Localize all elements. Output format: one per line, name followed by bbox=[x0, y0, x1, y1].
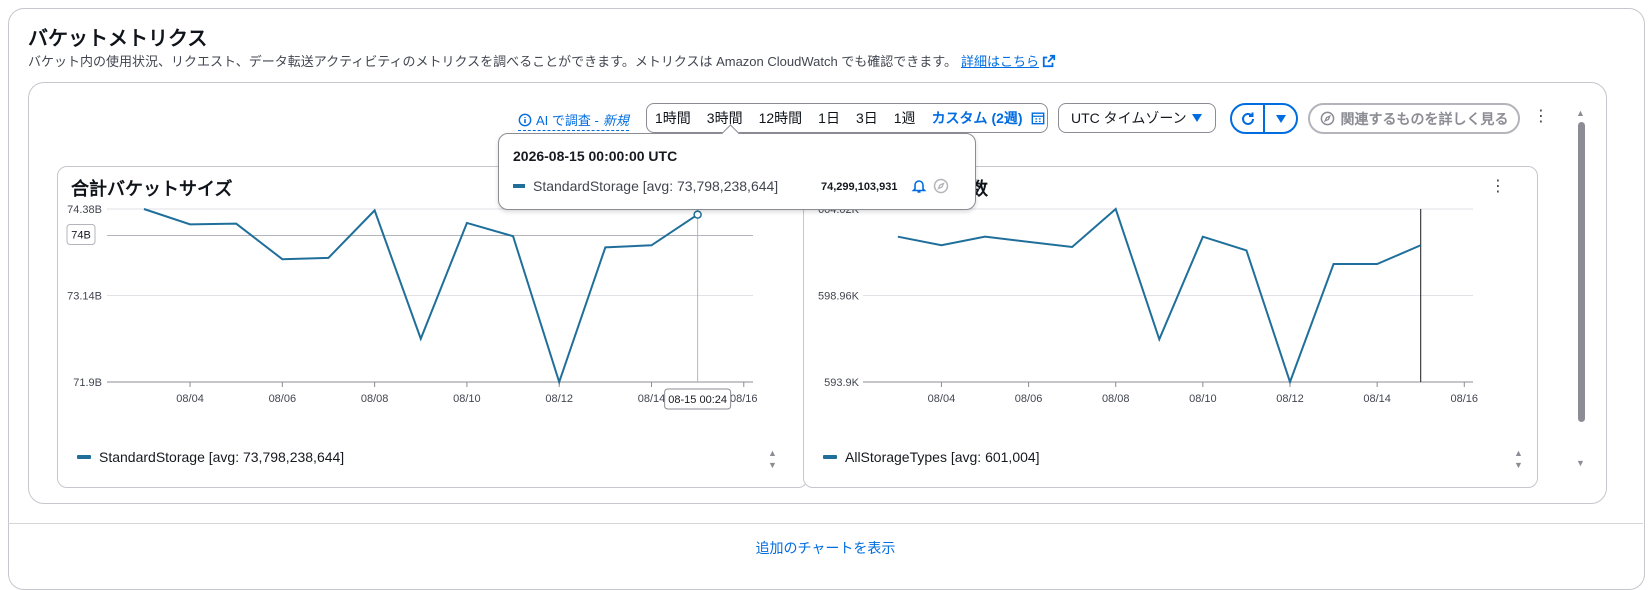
range-12h[interactable]: 12時間 bbox=[751, 108, 811, 128]
x-tick-label: 08/04 bbox=[176, 393, 204, 405]
y-tick-label: 71.9B bbox=[73, 377, 102, 389]
y-tick-label: 74.38B bbox=[67, 204, 102, 216]
refresh-button[interactable] bbox=[1232, 105, 1263, 132]
x-tick-label: 08/12 bbox=[545, 393, 573, 405]
info-icon bbox=[518, 113, 532, 127]
range-1d[interactable]: 1日 bbox=[810, 108, 848, 128]
caret-down-icon bbox=[1191, 113, 1203, 123]
page-description: バケット内の使用状況、リクエスト、データ転送アクティビティのメトリクスを調べるこ… bbox=[28, 51, 1056, 70]
explore-related-button[interactable]: 関連するものを詳しく見る bbox=[1308, 103, 1520, 134]
x-tick-label: 08/08 bbox=[361, 393, 389, 405]
y-tick-label: 598.96K bbox=[818, 291, 860, 303]
scroll-up-icon[interactable]: ▲ bbox=[1576, 108, 1585, 118]
tooltip-actions bbox=[911, 178, 949, 194]
chart-tooltip: 2026-08-15 00:00:00 UTC StandardStorage … bbox=[498, 133, 976, 210]
compass-icon bbox=[1320, 111, 1335, 126]
x-tick-label: 08/14 bbox=[638, 393, 666, 405]
range-1h[interactable]: 1時間 bbox=[647, 108, 699, 128]
scrollbar-thumb[interactable] bbox=[1578, 122, 1585, 422]
x-tick-label: 08/08 bbox=[1102, 393, 1130, 405]
x-tick-label: 08/04 bbox=[928, 393, 956, 405]
y-tick-label: 73.14B bbox=[67, 291, 102, 303]
refresh-icon bbox=[1240, 111, 1256, 127]
refresh-button-group bbox=[1230, 103, 1298, 134]
tooltip-datetime: 2026-08-15 00:00:00 UTC bbox=[513, 148, 677, 164]
footer-divider bbox=[8, 523, 1643, 524]
cursor-label: 08-15 00:24 bbox=[668, 394, 727, 406]
details-link-label: 詳細はこちら bbox=[961, 54, 1039, 69]
x-tick-label: 08/06 bbox=[269, 393, 297, 405]
bell-icon[interactable] bbox=[911, 178, 927, 194]
ai-investigate-label: AI で調査 - bbox=[536, 110, 599, 129]
chart-title: 合計バケットサイズ bbox=[71, 175, 232, 201]
x-tick-label: 08/06 bbox=[1015, 393, 1043, 405]
more-options-icon[interactable]: ⋮ bbox=[1533, 109, 1549, 125]
ai-new-badge: 新規 bbox=[603, 110, 629, 129]
x-tick-label: 08/16 bbox=[1451, 393, 1479, 405]
calendar-icon[interactable] bbox=[1031, 111, 1045, 125]
time-range-selector: 1時間 3時間 12時間 1日 3日 1週 カスタム (2週) bbox=[646, 103, 1048, 133]
x-tick-label: 08/16 bbox=[730, 393, 758, 405]
timezone-select[interactable]: UTC タイムゾーン bbox=[1058, 103, 1216, 133]
page-title: バケットメトリクス bbox=[28, 22, 207, 51]
x-tick-label: 08/12 bbox=[1276, 393, 1304, 405]
ai-investigate-link[interactable]: AI で調査 -新規 bbox=[518, 110, 629, 131]
refresh-options-button[interactable] bbox=[1263, 105, 1296, 132]
tooltip-swatch bbox=[513, 184, 525, 188]
x-tick-label: 08/10 bbox=[453, 393, 481, 405]
scroll-down-icon[interactable]: ▼ bbox=[1576, 458, 1585, 468]
x-tick-label: 08/10 bbox=[1189, 393, 1217, 405]
caret-down-icon bbox=[1275, 114, 1287, 124]
external-link-icon bbox=[1042, 54, 1056, 68]
y-tick-label: 593.9K bbox=[824, 377, 860, 389]
chart-options-icon[interactable]: ⋮ bbox=[1490, 179, 1506, 195]
show-more-charts-link[interactable]: 追加のチャートを表示 bbox=[0, 538, 1651, 558]
range-3h[interactable]: 3時間 bbox=[699, 108, 751, 128]
range-1w[interactable]: 1週 bbox=[886, 108, 924, 128]
description-text: バケット内の使用状況、リクエスト、データ転送アクティビティのメトリクスを調べるこ… bbox=[28, 54, 957, 69]
bucket-size-chart: 74.38B 73.14B 71.9B 74B 08/04 08/06 08/08 08/10… bbox=[57, 200, 857, 460]
threshold-label: 74B bbox=[71, 230, 91, 242]
tooltip-series: StandardStorage [avg: 73,798,238,644] bbox=[513, 178, 778, 194]
tooltip-series-label: StandardStorage [avg: 73,798,238,644] bbox=[533, 178, 778, 194]
tooltip-value: 74,299,103,931 bbox=[821, 181, 897, 193]
timezone-label: UTC タイムゾーン bbox=[1071, 108, 1187, 128]
panel-scrollbar[interactable]: ▲ ▼ bbox=[1576, 108, 1586, 472]
x-tick-label: 08/14 bbox=[1363, 393, 1391, 405]
range-3d[interactable]: 3日 bbox=[848, 108, 886, 128]
range-custom[interactable]: カスタム (2週) bbox=[924, 108, 1031, 128]
compass-icon[interactable] bbox=[933, 178, 949, 194]
explore-related-label: 関連するものを詳しく見る bbox=[1341, 109, 1509, 129]
object-count-chart: 604.02K598.96K593.9K08/0408/0608/0808/10… bbox=[803, 200, 1536, 460]
details-link[interactable]: 詳細はこちら bbox=[961, 54, 1056, 69]
highlight-marker bbox=[694, 211, 701, 218]
